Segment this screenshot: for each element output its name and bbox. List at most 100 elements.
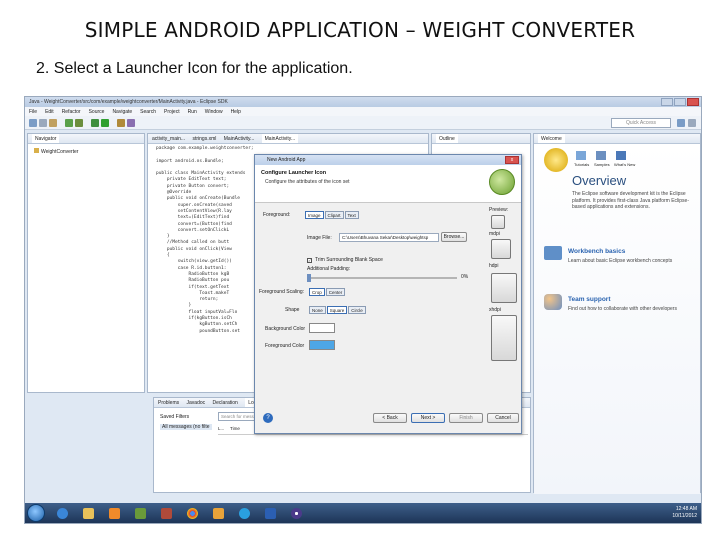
maximize-button[interactable] — [674, 98, 686, 106]
new-icon[interactable] — [29, 119, 37, 127]
menu-run[interactable]: Run — [188, 109, 197, 115]
main-toolbar: Quick Access — [25, 116, 701, 130]
save-icon[interactable] — [39, 119, 47, 127]
close-window-button[interactable] — [687, 98, 699, 106]
android-sdk-icon[interactable] — [65, 119, 73, 127]
menu-help[interactable]: Help — [231, 109, 241, 115]
menu-refactor[interactable]: Refactor — [62, 109, 81, 115]
team-support-text: Find out how to collaborate with other d… — [568, 306, 677, 312]
menu-source[interactable]: Source — [89, 109, 105, 115]
taskbar-ie[interactable] — [51, 505, 73, 521]
padding-slider-thumb[interactable] — [307, 274, 311, 282]
menu-window[interactable]: Window — [205, 109, 223, 115]
menu-search[interactable]: Search — [140, 109, 156, 115]
avd-manager-icon[interactable] — [75, 119, 83, 127]
scaling-crop-option[interactable]: Crop — [309, 288, 325, 296]
minimize-button[interactable] — [661, 98, 673, 106]
eclipse-screenshot: Java - WeightConverter/src/com/example/w… — [24, 96, 702, 524]
code-line: public void onCreate(Bundle — [156, 196, 240, 202]
code-editor[interactable]: package com.example.weightconverter; imp… — [156, 146, 254, 335]
samples-label: Samples — [594, 162, 610, 167]
menu-file[interactable]: File — [29, 109, 37, 115]
system-tray-clock[interactable]: 12:48 AM 10/11/2012 — [672, 506, 697, 520]
foreground-image-option[interactable]: Image — [305, 211, 324, 219]
image-file-input[interactable]: C:\Users\Bhuvana Sekar\Desktop\weightsp — [339, 233, 439, 242]
tab-problems[interactable]: Problems — [158, 398, 179, 407]
help-icon[interactable]: ? — [263, 413, 273, 423]
foreground-text-option[interactable]: Text — [344, 211, 359, 219]
taskbar-eclipse[interactable] — [285, 505, 307, 521]
padding-slider[interactable] — [307, 274, 457, 282]
shape-none-option[interactable]: None — [309, 306, 326, 314]
scaling-center-option[interactable]: Center — [325, 288, 346, 296]
finish-button[interactable]: Finish — [449, 413, 483, 423]
workbench-basics-link[interactable]: Workbench basics — [568, 248, 625, 255]
tab-strings[interactable]: strings.xml — [192, 134, 216, 143]
slide-title: SIMPLE ANDROID APPLICATION – WEIGHT CONV… — [84, 18, 636, 42]
search-icon[interactable] — [127, 119, 135, 127]
taskbar-app7[interactable] — [207, 505, 229, 521]
background-color-swatch[interactable] — [309, 323, 335, 333]
foreground-toggle: Image Clipart Text — [305, 211, 360, 219]
tab-mainactivity-1[interactable]: MainActivity... — [224, 134, 254, 143]
quick-access-input[interactable]: Quick Access — [611, 118, 671, 128]
tab-declaration[interactable]: Declaration — [213, 398, 238, 407]
whats-new-label: What's New — [614, 162, 636, 167]
project-tree-item[interactable]: WeightConverter — [34, 148, 78, 155]
window-titlebar: Java - WeightConverter/src/com/example/w… — [25, 97, 701, 107]
new-android-app-dialog: New Android App x Configure Launcher Ico… — [254, 154, 522, 434]
debug-perspective-icon[interactable] — [688, 119, 696, 127]
tab-welcome[interactable]: Welcome — [538, 134, 565, 143]
tab-outline[interactable]: Outline — [436, 134, 458, 143]
preview-icon-hdpi — [491, 239, 511, 259]
menu-project[interactable]: Project — [164, 109, 180, 115]
menu-navigate[interactable]: Navigate — [112, 109, 132, 115]
taskbar-chrome[interactable] — [181, 505, 203, 521]
team-support-link[interactable]: Team support — [568, 296, 611, 303]
tutorials-label: Tutorials — [574, 162, 590, 167]
dialog-close-button[interactable]: x — [505, 156, 519, 164]
tab-mainactivity-2[interactable]: MainActivity... — [261, 134, 299, 143]
browse-button[interactable]: Browse... — [441, 232, 467, 242]
taskbar-skype[interactable] — [233, 505, 255, 521]
preview-xhdpi-label: xhdpi — [489, 307, 501, 313]
trim-label: Trim Surrounding Blank Space — [315, 257, 383, 263]
scaling-toggle: Crop Center — [309, 288, 346, 296]
debug-icon[interactable] — [91, 119, 99, 127]
run-icon[interactable] — [101, 119, 109, 127]
tab-javadoc[interactable]: Javadoc — [187, 398, 206, 407]
next-button[interactable]: Next > — [411, 413, 445, 423]
menu-bar: File Edit Refactor Source Navigate Searc… — [25, 107, 701, 116]
taskbar-app4[interactable] — [129, 505, 151, 521]
taskbar-media[interactable] — [103, 505, 125, 521]
back-button[interactable]: < Back — [373, 413, 407, 423]
tab-navigator[interactable]: Navigator — [32, 134, 60, 143]
taskbar-word[interactable] — [259, 505, 281, 521]
trim-checkbox[interactable]: ✓ — [307, 258, 312, 263]
saved-filters-label: Saved Filters — [160, 414, 190, 420]
welcome-panel: Welcome Tutorials Samples What's New Ove… — [533, 133, 701, 494]
whats-new-icon[interactable] — [616, 151, 626, 160]
dialog-title: New Android App — [267, 157, 306, 163]
foreground-clipart-option[interactable]: Clipart — [324, 211, 344, 219]
shape-square-option[interactable]: Square — [326, 306, 348, 314]
tutorials-icon[interactable] — [576, 151, 586, 160]
shape-circle-option[interactable]: Circle — [348, 306, 366, 314]
preview-hdpi-label: hdpi — [489, 263, 499, 269]
samples-icon[interactable] — [596, 151, 606, 160]
foreground-color-swatch[interactable] — [309, 340, 335, 350]
workbench-icon — [544, 246, 562, 260]
menu-edit[interactable]: Edit — [45, 109, 54, 115]
word-icon — [264, 507, 276, 519]
open-type-icon[interactable] — [117, 119, 125, 127]
java-perspective-icon[interactable] — [677, 119, 685, 127]
start-button-icon[interactable] — [27, 504, 45, 522]
tab-activity-main[interactable]: activity_main... — [152, 134, 185, 143]
filter-list-item[interactable]: All messages (no filte — [160, 424, 212, 430]
skype-icon — [238, 507, 250, 519]
print-icon[interactable] — [49, 119, 57, 127]
taskbar-app5[interactable] — [155, 505, 177, 521]
taskbar-explorer[interactable] — [77, 505, 99, 521]
overview-globe-icon — [544, 148, 568, 172]
cancel-button[interactable]: Cancel — [487, 413, 519, 423]
